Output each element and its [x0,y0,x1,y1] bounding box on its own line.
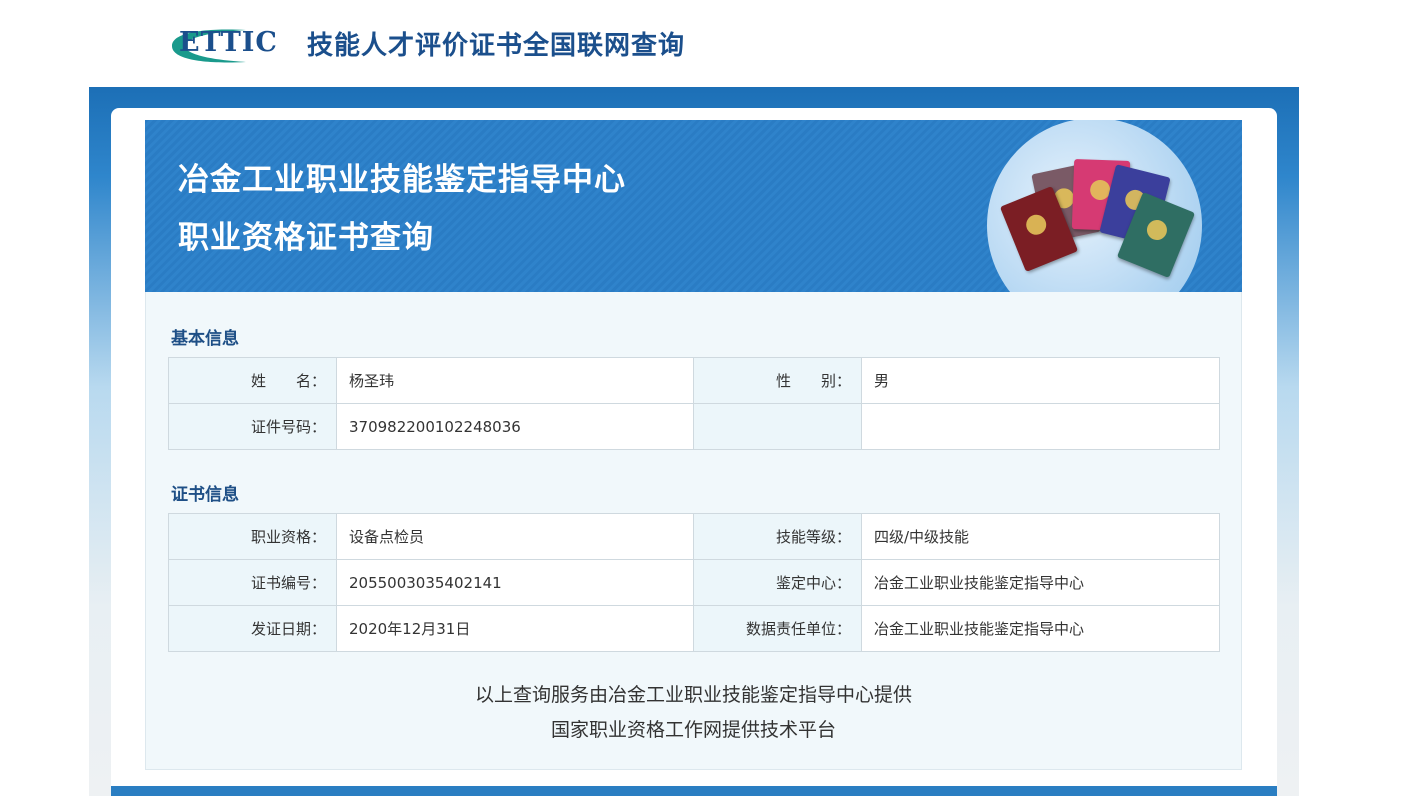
name-value: 杨圣玮 [336,357,694,404]
top-header: ETTIC 技能人才评价证书全国联网查询 [0,0,1414,87]
occupation-label: 职业资格： [168,513,337,560]
skill-level-value: 四级/中级技能 [861,513,1220,560]
ettic-logo[interactable]: ETTIC [166,24,296,64]
data-unit-value: 冶金工业职业技能鉴定指导中心 [861,605,1220,652]
basic-info-title: 基本信息 [171,329,239,349]
cert-number-label: 证书编号： [168,559,337,606]
gender-label: 性 别： [693,357,862,404]
id-number-value: 370982200102248036 [336,403,694,450]
bottom-strip [111,786,1277,796]
site-title: 技能人才评价证书全国联网查询 [307,31,686,61]
logo-text: ETTIC [179,27,278,58]
gender-value: 男 [861,357,1220,404]
service-provider-note: 以上查询服务由冶金工业职业技能鉴定指导中心提供 [474,684,912,706]
platform-provider-note: 国家职业资格工作网提供技术平台 [550,719,836,741]
table-row: 职业资格： 设备点检员 技能等级： 四级/中级技能 [168,513,1220,560]
hero-title-query: 职业资格证书查询 [178,220,434,256]
cert-info-title: 证书信息 [171,485,239,505]
table-row: 姓 名： 杨圣玮 性 别： 男 [168,357,1220,404]
logo-mark: ETTIC [166,24,296,64]
skill-level-label: 技能等级： [693,513,862,560]
cert-info-table: 职业资格： 设备点检员 技能等级： 四级/中级技能 证书编号： 20550030… [168,513,1220,652]
table-row: 证书编号： 2055003035402141 鉴定中心： 冶金工业职业技能鉴定指… [168,559,1220,606]
hero-banner: 冶金工业职业技能鉴定指导中心 职业资格证书查询 [145,120,1242,292]
basic-info-table: 姓 名： 杨圣玮 性 别： 男 证件号码： 370982200102248036 [168,357,1220,450]
occupation-value: 设备点检员 [336,513,694,560]
appraisal-center-label: 鉴定中心： [693,559,862,606]
name-label: 姓 名： [168,357,337,404]
issue-date-value: 2020年12月31日 [336,605,694,652]
empty-value-cell [861,403,1220,450]
table-row: 发证日期： 2020年12月31日 数据责任单位： 冶金工业职业技能鉴定指导中心 [168,605,1220,652]
appraisal-center-value: 冶金工业职业技能鉴定指导中心 [861,559,1220,606]
table-row: 证件号码： 370982200102248036 [168,403,1220,450]
hero-title-org: 冶金工业职业技能鉴定指导中心 [178,162,626,198]
issue-date-label: 发证日期： [168,605,337,652]
data-unit-label: 数据责任单位： [693,605,862,652]
id-number-label: 证件号码： [168,403,337,450]
cert-number-value: 2055003035402141 [336,559,694,606]
empty-label-cell [693,403,862,450]
